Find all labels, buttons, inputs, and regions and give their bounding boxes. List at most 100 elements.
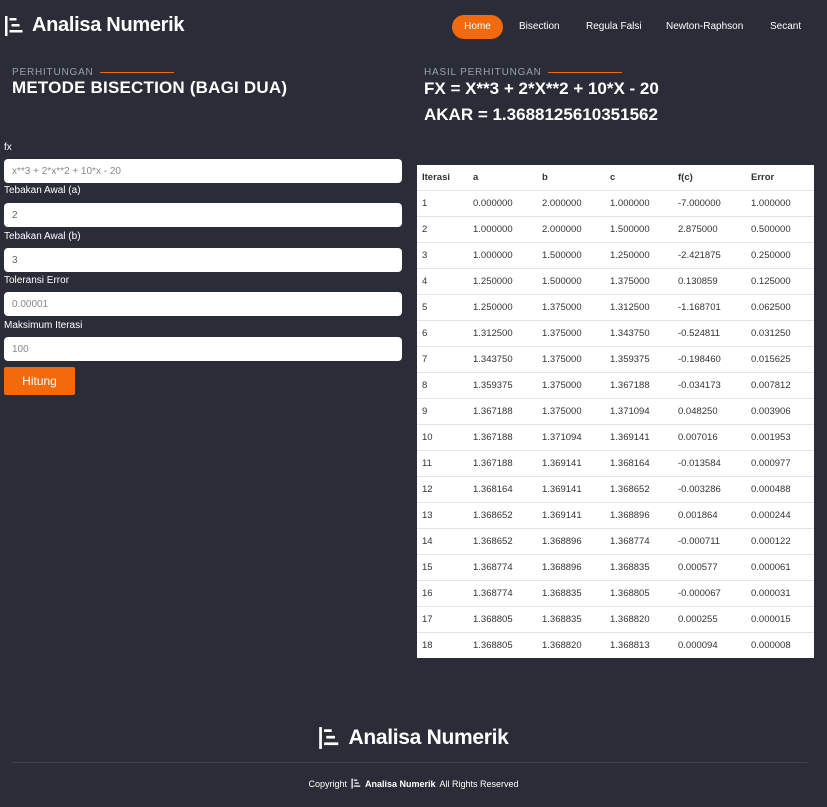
cell-iterasi: 3 xyxy=(417,242,468,269)
cell-iterasi: 1 xyxy=(417,190,468,217)
cell-error: 0.031250 xyxy=(746,320,814,347)
copyright-brand: Analisa Numerik xyxy=(364,778,436,789)
cell-fc: -0.198460 xyxy=(673,346,746,373)
cell-a: 1.000000 xyxy=(468,242,537,269)
cell-error: 0.500000 xyxy=(746,216,814,243)
cell-error: 0.000977 xyxy=(746,450,814,477)
cell-iterasi: 10 xyxy=(417,424,468,451)
cell-b: 1.375000 xyxy=(537,372,605,399)
cell-c: 1.371094 xyxy=(605,398,673,425)
cell-error: 0.007812 xyxy=(746,372,814,399)
hitung-button[interactable]: Hitung xyxy=(4,367,75,395)
iteration-table: Iterasi a b c f(c) Error 1 0.000000 2.0000… xyxy=(417,165,814,658)
cell-error: 0.125000 xyxy=(746,268,814,295)
cell-b: 1.371094 xyxy=(537,424,605,451)
table-row: 5 1.250000 1.375000 1.312500 -1.168701 0.0625… xyxy=(417,294,814,321)
table-row: 17 1.368805 1.368835 1.368820 0.000255 0.0000… xyxy=(417,606,814,633)
cell-b: 1.368896 xyxy=(537,554,605,581)
table-header-row: Iterasi a b c f(c) Error xyxy=(417,165,814,191)
table-row: 4 1.250000 1.500000 1.375000 0.130859 0.12500… xyxy=(417,268,814,295)
nav-home[interactable]: Home xyxy=(452,15,503,39)
col-error: Error xyxy=(746,165,814,191)
cell-c: 1.368652 xyxy=(605,476,673,503)
maxit-input[interactable] xyxy=(4,337,402,361)
cell-error: 0.001953 xyxy=(746,424,814,451)
maxit-label: Maksimum Iterasi xyxy=(4,320,83,331)
cell-b: 1.500000 xyxy=(537,268,605,295)
cell-c: 1.312500 xyxy=(605,294,673,321)
cell-c: 1.368813 xyxy=(610,639,650,651)
logo-icon xyxy=(351,778,361,789)
calc-title: METODE BISECTION (BAGI DUA) xyxy=(12,78,288,97)
b-input[interactable] xyxy=(4,248,402,272)
col-fc: f(c) xyxy=(673,165,746,191)
cell-a: 0.000000 xyxy=(468,190,537,217)
cell-fc: 0.000255 xyxy=(673,606,746,633)
cell-b: 1.369141 xyxy=(537,502,605,529)
a-input[interactable] xyxy=(4,203,402,227)
table-row: 15 1.368774 1.368896 1.368835 0.000577 0.0000… xyxy=(417,554,814,581)
cell-a: 1.312500 xyxy=(468,320,537,347)
cell-b: 1.368835 xyxy=(537,580,605,607)
cell-iterasi: 7 xyxy=(417,346,468,373)
result-eyebrow: HASIL PERHITUNGAN xyxy=(424,67,622,78)
logo-icon xyxy=(319,727,339,749)
cell-iterasi: 12 xyxy=(417,476,468,503)
table-row: 14 1.368652 1.368896 1.368774 -0.000711 0.000… xyxy=(417,528,814,555)
cell-b: 1.369141 xyxy=(537,450,605,477)
cell-fc: -0.000711 xyxy=(673,528,746,555)
table-row: 12 1.368164 1.369141 1.368652 -0.003286 0.000… xyxy=(417,476,814,503)
tol-input[interactable] xyxy=(4,292,402,316)
cell-a: 1.367188 xyxy=(468,450,537,477)
cell-b: 1.375000 xyxy=(537,294,605,321)
cell-c: 1.375000 xyxy=(605,268,673,295)
cell-error: 0.000015 xyxy=(746,606,814,633)
cell-b: 1.369141 xyxy=(537,476,605,503)
cell-error: 0.015625 xyxy=(746,346,814,373)
cell-error: 0.250000 xyxy=(746,242,814,269)
cell-iterasi: 8 xyxy=(417,372,468,399)
cell-iterasi: 16 xyxy=(417,580,468,607)
cell-a: 1.343750 xyxy=(468,346,537,373)
copyright: Copyright Analisa Numerik All Rights Res… xyxy=(0,778,827,789)
cell-error: 0.000122 xyxy=(746,528,814,555)
cell-error: 1.000000 xyxy=(746,190,814,217)
nav-regula-falsi[interactable]: Regula Falsi xyxy=(586,15,642,39)
fx-input[interactable] xyxy=(4,159,402,183)
table-row: 13 1.368652 1.369141 1.368896 0.001864 0.0002… xyxy=(417,502,814,529)
nav-bisection[interactable]: Bisection xyxy=(519,15,560,39)
table-row: 8 1.359375 1.375000 1.367188 -0.034173 0.0078… xyxy=(417,372,814,399)
cell-iterasi: 5 xyxy=(417,294,468,321)
cell-c: 1.368896 xyxy=(605,502,673,529)
nav-secant[interactable]: Secant xyxy=(770,15,801,39)
cell-iterasi: 4 xyxy=(417,268,468,295)
cell-fc: 0.000094 xyxy=(678,639,718,651)
cell-c: 1.000000 xyxy=(605,190,673,217)
cell-a: 1.367188 xyxy=(468,398,537,425)
main-nav: Home Bisection Regula Falsi Newton-Raphs… xyxy=(0,15,827,39)
cell-c: 1.367188 xyxy=(605,372,673,399)
b-label: Tebakan Awal (b) xyxy=(4,231,81,242)
nav-newton-raphson[interactable]: Newton-Raphson xyxy=(666,15,743,39)
cell-b: 1.368896 xyxy=(537,528,605,555)
col-iterasi: Iterasi xyxy=(417,165,468,191)
cell-c: 1.343750 xyxy=(605,320,673,347)
cell-a: 1.368652 xyxy=(468,502,537,529)
fx-label: fx xyxy=(4,142,12,153)
cell-iterasi: 13 xyxy=(417,502,468,529)
cell-error: 0.000031 xyxy=(746,580,814,607)
cell-fc: -0.000067 xyxy=(673,580,746,607)
cell-fc: 0.000577 xyxy=(673,554,746,581)
cell-a: 1.000000 xyxy=(468,216,537,243)
cell-iterasi: 6 xyxy=(417,320,468,347)
cell-c: 1.368164 xyxy=(605,450,673,477)
footer-brand-name: Analisa Numerik xyxy=(348,726,509,749)
table-row: 1 0.000000 2.000000 1.000000 -7.000000 1.0000… xyxy=(417,190,814,217)
cell-a: 1.359375 xyxy=(468,372,537,399)
cell-b: 2.000000 xyxy=(537,190,605,217)
cell-fc: -0.003286 xyxy=(673,476,746,503)
footer-brand[interactable]: Analisa Numerik xyxy=(0,726,827,750)
calc-eyebrow-text: PERHITUNGAN xyxy=(12,67,94,78)
cell-fc: -0.524811 xyxy=(673,320,746,347)
cell-fc: -1.168701 xyxy=(673,294,746,321)
